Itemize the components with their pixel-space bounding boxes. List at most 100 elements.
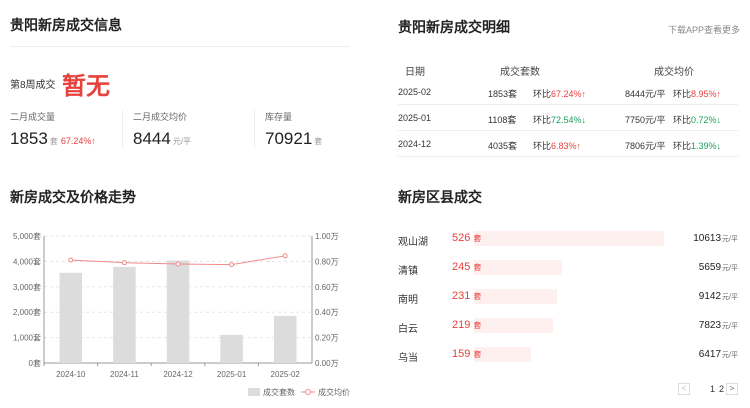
district-name: 乌当 [398, 353, 418, 364]
y-right-tick-label: 1.00万 [315, 232, 339, 241]
y-left-tick-label: 0套 [29, 358, 41, 368]
stat-label: 库存量 [265, 112, 293, 122]
district-count: 245 套 [452, 261, 482, 273]
header-date: 日期 [405, 67, 425, 78]
stat-unit: 套 [314, 137, 323, 146]
y-left-tick-label: 5,000套 [13, 231, 41, 241]
district-price: 7823元/平 [698, 320, 738, 331]
y-left-tick-label: 1,000套 [13, 333, 41, 343]
row-divider [398, 156, 738, 157]
y-left-tick-label: 2,000套 [13, 307, 41, 317]
trend-chart: 0套1,000套2,000套3,000套4,000套5,000套 0.00万0.… [13, 231, 350, 397]
legend-bar-swatch [248, 388, 260, 396]
line-point [229, 262, 235, 268]
stat-value: 70921 [265, 129, 313, 148]
district-count: 231 套 [452, 290, 482, 302]
stat-value-row: 1853 套 67.24%↑ [10, 129, 96, 149]
line-point [121, 260, 127, 266]
row-count: 4035套 [488, 141, 518, 151]
bar [59, 272, 83, 363]
stat-unit: 元/平 [172, 137, 192, 146]
stat-value: 8444 [133, 129, 171, 148]
stat-divider [254, 110, 255, 148]
row-price: 7806元/平 [625, 141, 666, 151]
district-count: 219 套 [452, 319, 482, 331]
stat-inventory: 库存量 70921 套 [265, 110, 322, 149]
pager-prev-button[interactable]: < [678, 383, 690, 395]
row-count-change: 环比6.83%↑ [533, 141, 582, 151]
week-label: 第8周成交 [10, 80, 56, 91]
district-price: 6417元/平 [698, 349, 738, 360]
district-bar [474, 318, 553, 333]
stat-change: 67.24%↑ [60, 136, 96, 146]
row-divider [398, 104, 738, 105]
chart-x-ticks: 2024-10 2024-11 2024-12 2025-01 2025-02 [43, 363, 300, 379]
district-price: 5659元/平 [698, 262, 738, 273]
district-name: 观山湖 [398, 237, 428, 248]
district-name: 清镇 [398, 266, 418, 277]
row-count-change: 环比67.24%↑ [533, 89, 587, 99]
y-right-tick-label: 0.40万 [315, 308, 339, 317]
row-count: 1853套 [488, 89, 518, 99]
chart-right-ticks: 0.00万 0.20万 0.40万 0.60万 0.80万 1.00万 [315, 232, 339, 368]
header-price: 成交均价 [654, 67, 694, 78]
download-app-link[interactable]: 下载APP查看更多 [668, 23, 740, 36]
district-count: 526 套 [452, 232, 482, 244]
y-right-tick-label: 0.80万 [315, 257, 339, 266]
info-divider [10, 46, 350, 47]
district-name: 白云 [398, 324, 418, 335]
info-title: 贵阳新房成交信息 [10, 17, 122, 33]
line-point [68, 257, 74, 263]
row-price: 8444元/平 [625, 89, 666, 99]
y-right-tick-label: 0.60万 [315, 283, 339, 292]
district-bar [474, 231, 664, 246]
row-date: 2025-02 [398, 87, 432, 97]
row-divider [398, 130, 738, 131]
district-price: 10613元/平 [693, 233, 738, 244]
chart-left-ticks: 0套 1,000套 2,000套 3,000套 4,000套 5,000套 [13, 231, 41, 368]
legend-bar-label: 成交套数 [263, 387, 295, 397]
pager-page-1[interactable]: 1 [710, 384, 715, 394]
row-count: 1108套 [488, 115, 517, 125]
district-name: 南明 [398, 295, 418, 306]
line-point [175, 261, 181, 267]
row-date: 2024-12 [398, 139, 432, 149]
district-bar [474, 347, 531, 362]
stat-divider [122, 110, 123, 148]
stat-label: 二月成交均价 [133, 112, 188, 122]
district-count: 159 套 [452, 348, 482, 360]
y-right-tick-label: 0.20万 [315, 334, 339, 343]
pager-page-2[interactable]: 2 [719, 384, 724, 394]
row-price: 7750元/平 [625, 115, 666, 125]
stat-value-row: 8444 元/平 [133, 129, 191, 149]
stat-avg-price: 二月成交均价 8444 元/平 [133, 110, 191, 149]
pager-next-button[interactable]: > [726, 383, 738, 395]
district-bar [474, 289, 557, 304]
bar [220, 334, 243, 363]
stat-value: 1853 [10, 129, 48, 148]
district-title: 新房区县成交 [398, 189, 482, 205]
legend-line-label: 成交均价 [318, 387, 350, 397]
bar [166, 260, 190, 363]
stat-value-row: 70921 套 [265, 129, 322, 149]
legend-line-marker [305, 389, 311, 395]
row-count-change: 环比72.54%↓ [533, 115, 587, 125]
y-left-tick-label: 4,000套 [13, 256, 41, 266]
row-price-change: 环比8.95%↑ [673, 89, 722, 99]
x-tick-label: 2024-11 [110, 370, 139, 379]
stat-unit: 套 [49, 137, 58, 146]
detail-title: 贵阳新房成交明细 [398, 19, 510, 35]
row-price-change: 环比0.72%↓ [673, 115, 722, 125]
row-price-change: 环比1.39%↓ [673, 141, 722, 151]
x-tick-label: 2024-10 [56, 370, 86, 379]
week-value: 暂无 [62, 73, 110, 100]
x-tick-label: 2024-12 [163, 370, 193, 379]
bar [273, 315, 297, 363]
y-right-tick-label: 0.00万 [315, 359, 339, 368]
bar [113, 266, 136, 363]
district-price: 9142元/平 [698, 291, 738, 302]
y-left-tick-label: 3,000套 [13, 282, 41, 292]
district-bar [474, 260, 562, 275]
chart-legend: 成交套数 成交均价 [248, 387, 350, 397]
row-date: 2025-01 [398, 113, 432, 123]
